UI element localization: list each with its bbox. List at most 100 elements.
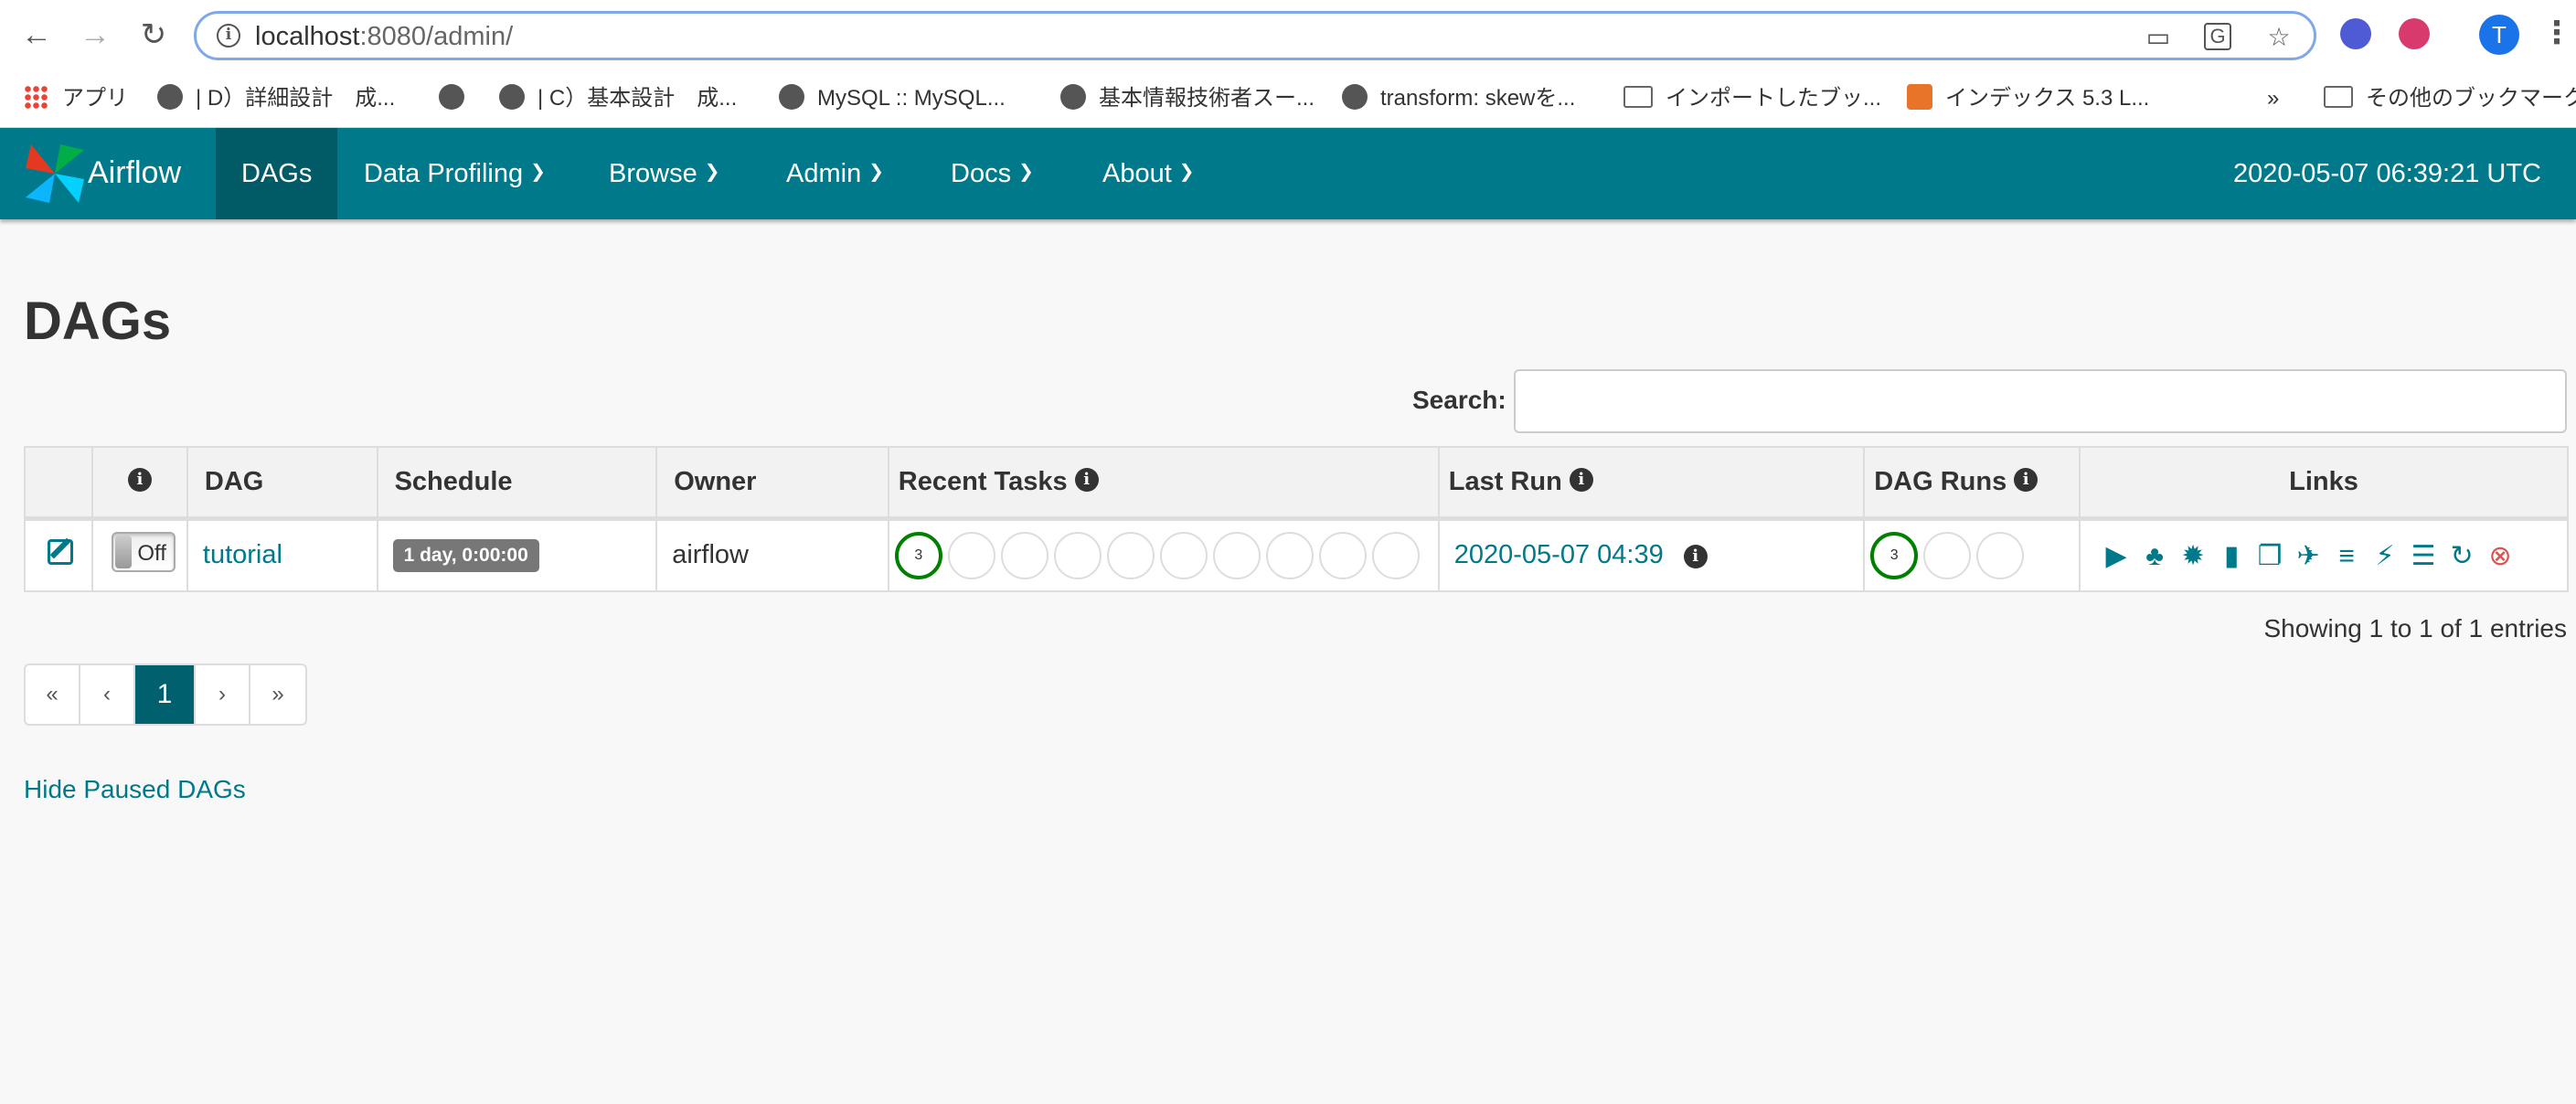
page-title: DAGs xyxy=(24,292,172,351)
nav-about[interactable]: About ❯ xyxy=(1077,128,1220,219)
toggle-cell: Off xyxy=(90,517,188,592)
task-state-circle[interactable] xyxy=(1265,531,1314,579)
back-arrow-icon[interactable]: ← xyxy=(16,15,57,55)
tree-view-icon[interactable]: ♣ xyxy=(2141,542,2168,570)
bookmarks-overflow-icon[interactable]: » xyxy=(2267,69,2279,128)
cast-icon[interactable]: ▭ xyxy=(2144,23,2173,52)
bookmark-item[interactable]: | D）詳細設計 成... xyxy=(157,69,395,128)
favicon-icon xyxy=(1907,83,1932,110)
refresh-icon[interactable]: ↻ xyxy=(2448,542,2475,570)
schedule-badge: 1 day, 0:00:00 xyxy=(392,539,539,573)
airflow-navbar: Airflow DAGs Data Profiling ❯ Browse ❯ Adm… xyxy=(0,128,2576,219)
bookmark-folder[interactable]: インポートしたブッ... xyxy=(1623,69,1881,128)
address-bar[interactable]: i localhost:8080/admin/ ▭ G ☆ xyxy=(194,11,2316,60)
hide-paused-dags-link[interactable]: Hide Paused DAGs xyxy=(24,775,246,804)
forward-arrow-icon[interactable]: → xyxy=(75,15,115,55)
brand-name: Airflow xyxy=(88,155,182,190)
task-state-circle[interactable] xyxy=(1053,531,1102,579)
bookmark-star-icon[interactable]: ☆ xyxy=(2264,23,2294,52)
dag-run-circle[interactable] xyxy=(1976,531,2025,579)
info-icon[interactable]: i xyxy=(2014,468,2038,493)
page-current[interactable]: 1 xyxy=(135,665,196,724)
bookmark-item[interactable]: 基本情報技術者スー... xyxy=(1060,69,1315,128)
info-icon[interactable]: i xyxy=(1074,468,1099,493)
edit-cell xyxy=(24,517,93,592)
nav-admin[interactable]: Admin ❯ xyxy=(761,128,910,219)
search-label: Search: xyxy=(1412,386,1506,414)
col-last-run: Last Run i xyxy=(1437,446,1866,521)
last-run-cell: 2020-05-07 04:39 i xyxy=(1437,517,1866,592)
last-run-link[interactable]: 2020-05-07 04:39 xyxy=(1454,540,1664,569)
code-icon[interactable]: ❐ xyxy=(2256,542,2283,570)
col-recent-tasks: Recent Tasks i xyxy=(887,446,1440,521)
chevron-down-icon: ❯ xyxy=(530,162,546,183)
page-next[interactable]: › xyxy=(196,665,250,724)
dag-run-success[interactable]: 3 xyxy=(1870,531,1919,579)
task-state-circle[interactable] xyxy=(1000,531,1048,579)
extension-download-icon[interactable] xyxy=(2399,18,2430,49)
task-state-circle[interactable] xyxy=(947,531,995,579)
logs-icon[interactable]: ☰ xyxy=(2410,542,2437,570)
task-state-circle[interactable] xyxy=(1212,531,1261,579)
dag-run-circle[interactable] xyxy=(1923,531,1972,579)
url-text[interactable]: localhost:8080/admin/ xyxy=(255,22,513,52)
dag-link[interactable]: tutorial xyxy=(203,540,282,569)
bookmark-item[interactable]: transform: skewを... xyxy=(1342,69,1575,128)
task-state-circle[interactable] xyxy=(1159,531,1208,579)
task-state-circle[interactable] xyxy=(1318,531,1367,579)
nav-docs[interactable]: Docs ❯ xyxy=(925,128,1059,219)
nav-dags[interactable]: DAGs xyxy=(216,128,338,219)
bookmark-item[interactable] xyxy=(439,69,477,128)
page-last[interactable]: » xyxy=(250,665,305,724)
landing-times-icon[interactable]: ⚡ xyxy=(2371,542,2399,570)
globe-icon xyxy=(1342,83,1368,110)
browser-menu-icon[interactable]: ⋮ xyxy=(2541,13,2572,53)
page-first[interactable]: « xyxy=(26,665,80,724)
bookmark-item[interactable]: | C）基本設計 成... xyxy=(499,69,737,128)
reload-icon[interactable]: ↻ xyxy=(133,15,174,55)
translate-icon[interactable]: G xyxy=(2204,23,2231,50)
dags-table: i DAG Schedule Owner Recent Tasks i Last … xyxy=(24,446,2569,592)
globe-icon xyxy=(779,83,804,110)
col-schedule[interactable]: Schedule xyxy=(376,446,658,521)
site-info-icon[interactable]: i xyxy=(217,24,240,48)
profile-avatar[interactable]: T xyxy=(2479,15,2519,55)
chevron-down-icon: ❯ xyxy=(704,162,720,183)
delete-icon[interactable]: ⊗ xyxy=(2486,542,2514,570)
owner-cell: airflow xyxy=(655,517,889,592)
nav-data-profiling[interactable]: Data Profiling ❯ xyxy=(338,128,571,219)
entries-info: Showing 1 to 1 of 1 entries xyxy=(2263,614,2567,642)
extension-check-icon[interactable] xyxy=(2340,18,2371,49)
task-state-circle[interactable] xyxy=(1106,531,1155,579)
globe-icon xyxy=(1060,83,1086,110)
graph-view-icon[interactable]: ✹ xyxy=(2179,542,2207,570)
bookmark-apps[interactable]: アプリ xyxy=(24,69,128,128)
recent-tasks-cell: 3 xyxy=(887,517,1440,592)
edit-icon[interactable] xyxy=(48,538,73,565)
bookmark-item[interactable]: MySQL :: MySQL... xyxy=(779,69,1006,128)
info-icon[interactable]: i xyxy=(127,468,152,493)
info-icon[interactable]: i xyxy=(1569,468,1593,493)
bookmark-item[interactable]: インデックス 5.3 L... xyxy=(1907,69,2149,128)
bookmark-other-folder[interactable]: その他のブックマーク xyxy=(2324,69,2576,128)
col-links: Links xyxy=(2079,446,2569,521)
pause-toggle[interactable]: Off xyxy=(111,531,176,572)
task-state-success[interactable]: 3 xyxy=(894,531,942,579)
task-tries-icon[interactable]: ✈ xyxy=(2294,542,2322,570)
col-owner[interactable]: Owner xyxy=(655,446,889,521)
col-toggle: i xyxy=(90,446,188,521)
nav-browse[interactable]: Browse ❯ xyxy=(583,128,745,219)
gantt-icon[interactable]: ≡ xyxy=(2333,542,2360,570)
col-edit xyxy=(24,446,93,521)
duration-chart-icon[interactable]: ▮ xyxy=(2218,542,2245,570)
search-input[interactable] xyxy=(1514,369,2567,433)
page-prev[interactable]: ‹ xyxy=(80,665,135,724)
info-icon[interactable]: i xyxy=(1683,544,1708,568)
globe-icon xyxy=(157,83,183,110)
col-dag[interactable]: DAG xyxy=(186,446,378,521)
globe-icon xyxy=(499,83,525,110)
trigger-dag-icon[interactable]: ▶ xyxy=(2102,542,2130,570)
task-state-circle[interactable] xyxy=(1371,531,1420,579)
utc-clock: 2020-05-07 06:39:21 UTC xyxy=(2233,159,2541,188)
folder-icon xyxy=(2324,85,2353,108)
